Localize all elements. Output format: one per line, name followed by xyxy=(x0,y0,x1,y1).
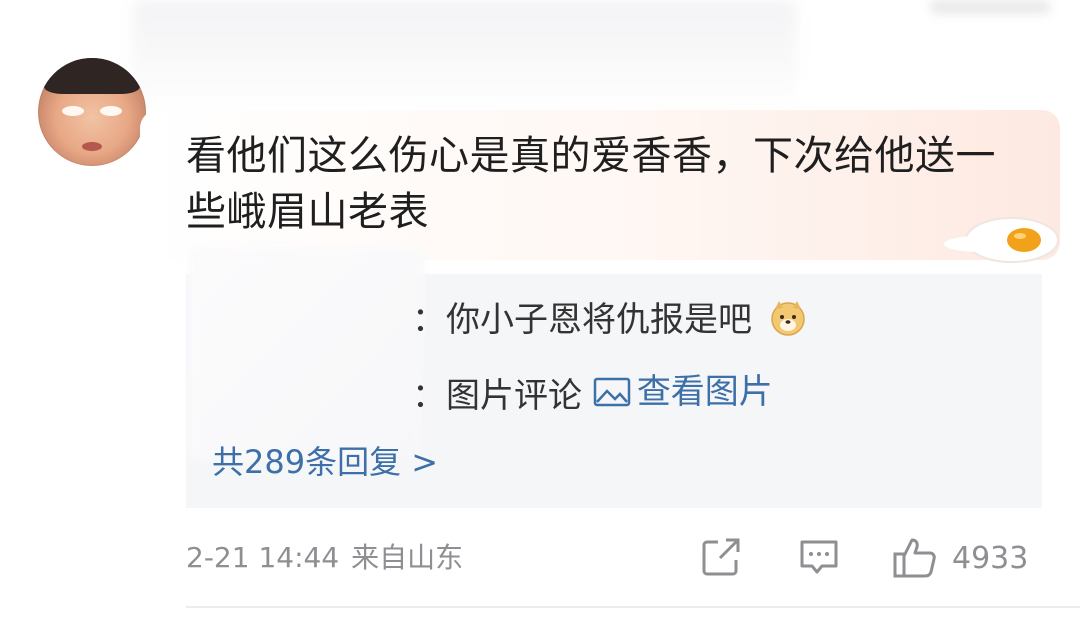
blurred-username-area xyxy=(132,0,797,110)
avatar-hair xyxy=(44,58,140,94)
reply-2-prefix: ：图片评论 xyxy=(412,376,593,416)
thumbs-up-icon xyxy=(893,538,936,578)
image-icon xyxy=(593,377,631,407)
like-count: 4933 xyxy=(952,540,1029,576)
avatar-eye-left xyxy=(62,106,84,116)
comment-date: 2-21 14:44 xyxy=(186,541,340,574)
share-icon xyxy=(702,538,740,576)
like-button[interactable]: 4933 xyxy=(892,536,1028,580)
reply-1[interactable]: ：你小子恩将仇报是吧 xyxy=(412,298,807,342)
reply-2[interactable]: ：图片评论 查看图片 xyxy=(412,370,773,418)
view-all-replies-link[interactable]: 共289条回复 > xyxy=(212,440,438,484)
avatar-mouth xyxy=(82,142,102,151)
share-button[interactable] xyxy=(700,536,742,582)
comment-meta: 2-21 14:44 来自山东 xyxy=(186,538,463,578)
doge-emoji-icon xyxy=(771,301,805,336)
avatar[interactable] xyxy=(38,58,146,166)
blurred-reply-usernames xyxy=(188,248,424,460)
reply-1-text: ：你小子恩将仇报是吧 xyxy=(412,300,752,340)
avatar-eye-right xyxy=(100,106,122,116)
comment-button[interactable] xyxy=(798,536,840,582)
view-image-link[interactable]: 查看图片 xyxy=(593,370,773,414)
divider xyxy=(186,606,1080,608)
fried-egg-decoration-icon xyxy=(944,217,1059,263)
comment-location: 来自山东 xyxy=(351,541,464,574)
view-image-label: 查看图片 xyxy=(636,372,773,412)
comment-icon xyxy=(800,540,838,574)
comment-text: 看他们这么伤心是真的爱香香，下次给他送一些峨眉山老表 xyxy=(186,133,996,235)
blurred-top-right xyxy=(930,0,1050,14)
